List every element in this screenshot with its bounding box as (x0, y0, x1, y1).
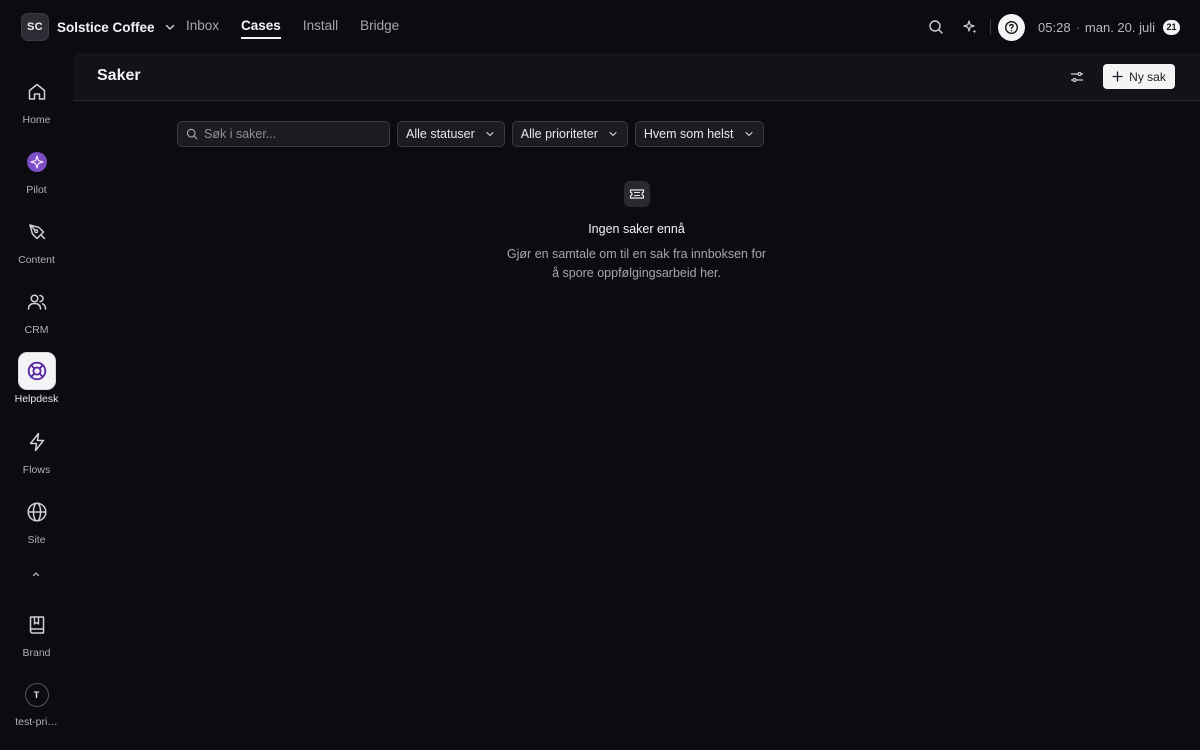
plus-icon (1112, 71, 1123, 82)
globe-icon (18, 493, 56, 531)
assignee-filter-value: Hvem som helst (643, 127, 734, 141)
sidebar-item-flows[interactable]: Flows (0, 423, 73, 476)
lightning-icon (18, 423, 56, 461)
new-case-button[interactable]: Ny sak (1103, 64, 1175, 89)
pilot-icon (18, 143, 56, 181)
sidebar-item-user[interactable]: T test-pri… (0, 683, 73, 728)
top-right-controls: 05:28 · man. 20. juli 21 (922, 13, 1180, 41)
chevron-down-icon (164, 21, 176, 33)
workspace-switcher[interactable]: SC Solstice Coffee (21, 13, 176, 41)
clock-time: 05:28 (1038, 19, 1071, 35)
pen-icon (18, 213, 56, 251)
search-icon[interactable] (922, 13, 950, 41)
chevron-up-icon[interactable] (30, 567, 42, 579)
date-badge[interactable]: 21 (1163, 19, 1180, 35)
sidebar-item-pilot[interactable]: Pilot (0, 143, 73, 196)
home-icon (18, 73, 56, 111)
empty-state-title: Ingen saker ennå (588, 222, 685, 236)
status-filter[interactable]: Alle statuser (397, 121, 505, 147)
nav-inbox[interactable]: Inbox (186, 17, 219, 39)
sidebar-item-label: Helpdesk (14, 393, 59, 405)
users-icon (18, 283, 56, 321)
search-box[interactable] (177, 121, 390, 147)
sidebar-item-label: CRM (24, 324, 49, 336)
status-filter-value: Alle statuser (406, 127, 475, 141)
sliders-icon[interactable] (1068, 68, 1086, 86)
chevron-down-icon (744, 131, 753, 137)
sidebar-user-label: test-pri… (15, 716, 58, 728)
sidebar-item-crm[interactable]: CRM (0, 283, 73, 336)
ticket-icon (623, 181, 650, 207)
sidebar-item-label: Content (18, 254, 55, 266)
sparkle-icon[interactable] (956, 13, 984, 41)
help-icon[interactable] (998, 13, 1026, 41)
sidebar-item-brand[interactable]: Brand (0, 606, 73, 659)
sidebar-item-label: Pilot (26, 184, 47, 196)
sidebar-item-site[interactable]: Site (0, 493, 73, 546)
search-icon (186, 128, 198, 140)
clock-separator: · (1075, 19, 1080, 35)
empty-state: Ingen saker ennå Gjør en samtale om til … (73, 181, 1200, 283)
workspace-avatar: SC (21, 13, 49, 41)
sidebar-item-label: Home (22, 114, 51, 126)
page-header: Saker Ny sak (73, 53, 1200, 101)
top-bar: SC Solstice Coffee Inbox Cases Install B… (0, 0, 1200, 53)
main-panel: Saker Ny sak Alle statuser Alle priorite… (73, 53, 1200, 750)
sidebar-item-label: Site (27, 534, 46, 546)
chevron-down-icon (486, 131, 494, 137)
sidebar-item-label: Flows (22, 464, 51, 476)
new-case-label: Ny sak (1129, 69, 1166, 84)
empty-state-description: Gjør en samtale om til en sak fra innbok… (506, 247, 767, 280)
lifebuoy-icon (17, 352, 56, 390)
filter-toolbar: Alle statuser Alle prioriteter Hvem som … (177, 121, 764, 147)
nav-bridge[interactable]: Bridge (360, 17, 399, 39)
book-icon (18, 606, 56, 644)
clock-date: man. 20. juli (1084, 19, 1155, 35)
priority-filter-value: Alle prioriteter (520, 127, 598, 141)
sidebar: Home Pilot Content CRM Helpdesk Flows Si… (0, 53, 73, 750)
search-input[interactable] (204, 127, 379, 141)
nav-install[interactable]: Install (303, 17, 338, 39)
sidebar-item-content[interactable]: Content (0, 213, 73, 266)
sidebar-item-home[interactable]: Home (0, 73, 73, 126)
nav-cases[interactable]: Cases (241, 17, 281, 39)
assignee-filter[interactable]: Hvem som helst (634, 121, 764, 147)
workspace-name: Solstice Coffee (57, 19, 155, 35)
priority-filter[interactable]: Alle prioriteter (511, 121, 628, 147)
sidebar-item-label: Brand (22, 647, 51, 659)
chevron-down-icon (609, 131, 617, 137)
top-navigation: Inbox Cases Install Bridge (186, 17, 399, 39)
page-title: Saker (97, 67, 141, 84)
clock: 05:28 · man. 20. juli (1038, 20, 1155, 35)
user-avatar: T (24, 683, 49, 707)
divider (990, 19, 992, 35)
sidebar-item-helpdesk[interactable]: Helpdesk (0, 352, 73, 405)
